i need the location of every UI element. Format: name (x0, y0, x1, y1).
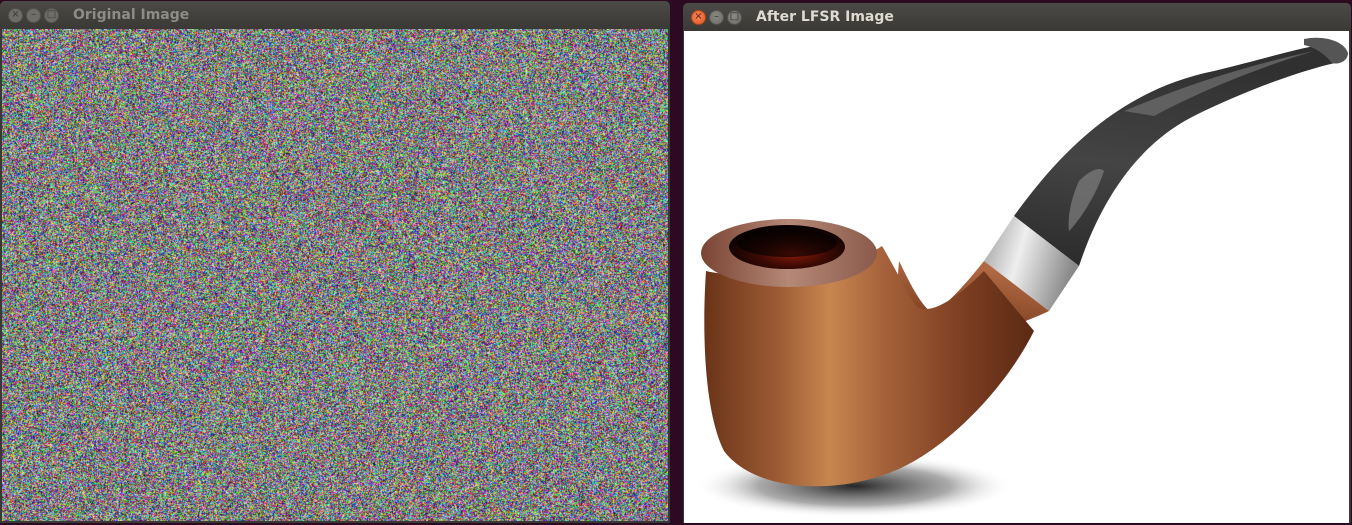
close-icon: × (11, 9, 20, 20)
titlebar[interactable]: × – □ Original Image (0, 1, 670, 29)
minimize-icon: – (31, 9, 36, 20)
window-title: After LFSR Image (756, 9, 894, 25)
minimize-icon: – (714, 11, 719, 22)
image-canvas[interactable] (684, 31, 1349, 523)
noise-image (2, 29, 668, 521)
original-image-window: × – □ Original Image (0, 1, 670, 523)
maximize-icon: □ (46, 9, 57, 20)
minimize-button[interactable]: – (26, 7, 41, 23)
close-button[interactable]: × (8, 7, 23, 23)
pipe-image (694, 37, 1348, 518)
maximize-button[interactable]: □ (727, 9, 742, 25)
titlebar[interactable]: × – □ After LFSR Image (683, 3, 1351, 31)
window-controls: × – □ (8, 7, 59, 23)
maximize-icon: □ (729, 11, 740, 22)
after-lfsr-image-window: × – □ After LFSR Image (683, 3, 1351, 523)
minimize-button[interactable]: – (709, 9, 724, 25)
window-controls: × – □ (691, 9, 742, 25)
close-button[interactable]: × (691, 9, 706, 25)
close-icon: × (694, 11, 703, 22)
window-title: Original Image (73, 7, 190, 23)
image-canvas[interactable] (2, 29, 668, 523)
maximize-button[interactable]: □ (44, 7, 59, 23)
